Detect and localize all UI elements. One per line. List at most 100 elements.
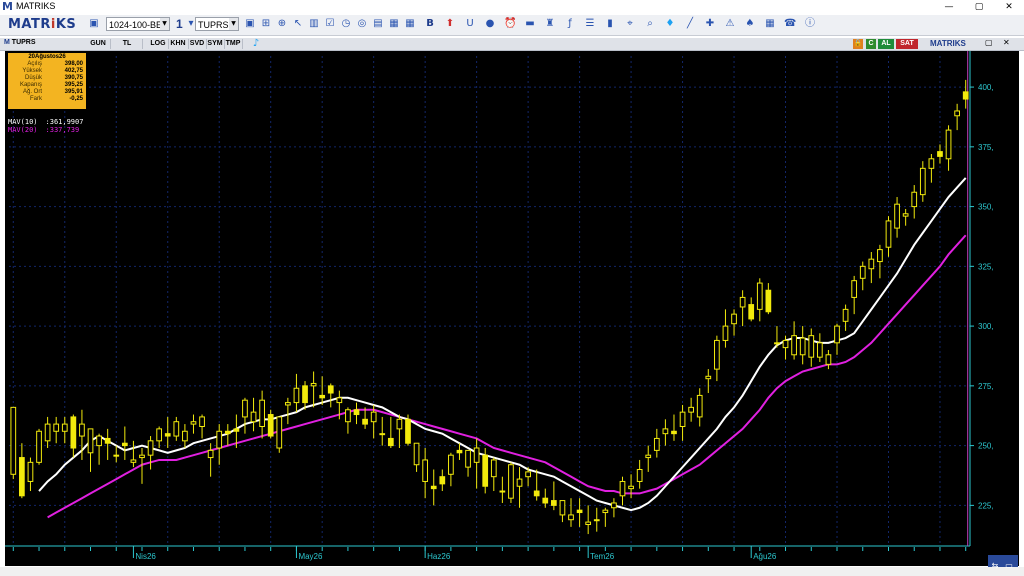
twitter-icon[interactable]: ♪	[250, 38, 262, 50]
list-icon[interactable]: ☰	[584, 18, 596, 30]
candle-body	[113, 454, 120, 457]
candle-body	[182, 430, 188, 442]
candle-body	[611, 502, 617, 509]
candle-body	[542, 497, 549, 504]
x-tick-label: Ağu26	[753, 552, 777, 561]
candle-body	[302, 385, 308, 404]
y-tick-label: 350,	[978, 203, 994, 212]
up-arrow-icon[interactable]: ⬆	[444, 18, 456, 30]
candle-body	[568, 514, 574, 521]
maximize-button[interactable]: ▢	[964, 0, 994, 14]
candle-body	[233, 428, 240, 432]
candle-body	[199, 416, 205, 427]
scroll-icon[interactable]: ⇆	[988, 560, 1002, 572]
u-icon[interactable]: U	[464, 18, 476, 30]
candle-body	[885, 220, 892, 248]
search-icon-2[interactable]: ⌕	[644, 18, 656, 30]
y-tick-label: 300,	[978, 322, 994, 331]
order-button-sat[interactable]: SAT	[896, 39, 918, 49]
y-tick-label: 250,	[978, 442, 994, 451]
lock-icon[interactable]: 🔒	[853, 39, 863, 49]
candle-body	[224, 430, 231, 435]
tab-sym[interactable]: SYM	[206, 39, 225, 49]
candle-body	[722, 325, 729, 341]
candle-body	[859, 265, 866, 279]
candle-body	[10, 406, 17, 475]
restore-icon[interactable]: ▢	[985, 38, 993, 47]
candle-body	[593, 519, 600, 522]
info-icon[interactable]: ⓘ	[804, 18, 816, 30]
bold-icon[interactable]: B	[424, 18, 436, 30]
close-chart-icon[interactable]: ✕	[1003, 38, 1010, 47]
status-bar	[0, 567, 1024, 576]
news-icon[interactable]: ▬	[524, 18, 536, 30]
info-value: 395,25	[64, 81, 83, 88]
candle-body	[327, 385, 334, 394]
close-button[interactable]: ✕	[994, 0, 1024, 14]
layout-icon[interactable]: ⊞	[260, 18, 272, 30]
strategy-icon[interactable]: ♜	[544, 18, 556, 30]
window-title: MATRIKS	[16, 1, 56, 11]
cursor-icon[interactable]: ↖	[292, 18, 304, 30]
symbol-select[interactable]: TUPRS ▼	[195, 17, 239, 31]
search-icon[interactable]: ⊕	[276, 18, 288, 30]
circle-icon[interactable]: ●	[484, 18, 496, 30]
folder-icon[interactable]: ▦	[388, 18, 400, 30]
bell-icon[interactable]: ♠	[744, 18, 756, 30]
candle-body	[207, 449, 214, 459]
order-button-al[interactable]: AL	[878, 39, 894, 49]
candle-body	[774, 342, 780, 345]
candle-body	[121, 442, 128, 447]
save-icon[interactable]: ▣	[88, 18, 100, 30]
tab-gun[interactable]: GUN	[86, 39, 111, 49]
tab-tl[interactable]: TL	[112, 39, 143, 49]
candle-body	[267, 414, 274, 437]
candle-body	[259, 399, 265, 427]
chart-scroll-controls[interactable]: ⇆ ▭	[988, 555, 1018, 570]
pin-icon[interactable]: ⌖	[624, 18, 636, 30]
twitter-icon[interactable]: ♦	[664, 18, 676, 30]
save-icon[interactable]: ▣	[244, 18, 256, 30]
tab-tmp[interactable]: TMP	[224, 39, 243, 49]
order-button-c[interactable]: C	[866, 39, 876, 49]
bar-chart-icon[interactable]: ▥	[308, 18, 320, 30]
template-select[interactable]: 1024-100-BEYA ▼	[106, 17, 170, 31]
indicator-name: MAV(20)	[8, 126, 38, 134]
target-icon[interactable]: ◎	[356, 18, 368, 30]
tab-khn[interactable]: KHN	[168, 39, 189, 49]
candle-body	[345, 409, 351, 423]
candle-body	[842, 308, 849, 322]
candle-body	[791, 335, 797, 356]
alert-icon[interactable]: ⚠	[724, 18, 736, 30]
expand-icon[interactable]: ▭	[1002, 560, 1016, 572]
chevron-down-icon: ▼	[160, 18, 169, 30]
cross-icon[interactable]: ✚	[704, 18, 716, 30]
candle-body	[413, 442, 420, 466]
alarm-icon[interactable]: ⏰	[504, 18, 516, 30]
info-value: 390,75	[64, 74, 83, 81]
checkbox-icon[interactable]: ☑	[324, 18, 336, 30]
candle-body	[834, 325, 840, 344]
price-chart[interactable]: 225, 250, 275, 300, 325, 350, 375, 400, Nis26 May…	[5, 51, 1019, 566]
grid-icon[interactable]: ▦	[404, 18, 416, 30]
candle-body	[550, 500, 557, 506]
fx-icon[interactable]: ƒ	[564, 18, 576, 30]
indicator-value: :361,9907	[45, 118, 84, 126]
line-icon[interactable]: ╱	[684, 18, 696, 30]
info-row: Açılış 398,00	[8, 61, 86, 68]
minimize-button[interactable]: —	[934, 0, 964, 14]
candle-body	[756, 282, 763, 310]
candle-body	[602, 509, 609, 514]
candle-body	[456, 449, 463, 454]
phone-icon[interactable]: ☎	[784, 18, 796, 30]
tab-log[interactable]: LOG	[148, 39, 169, 49]
candle-body	[619, 480, 626, 497]
table-icon[interactable]: ▤	[372, 18, 384, 30]
candle-icon[interactable]: ▮	[604, 18, 616, 30]
candle-body	[19, 457, 25, 497]
info-label: Kapanış	[19, 81, 42, 88]
clock-icon[interactable]: ◷	[340, 18, 352, 30]
tab-svd[interactable]: SVD	[188, 39, 207, 49]
candle-body	[53, 423, 60, 432]
calculator-icon[interactable]: ▦	[764, 18, 776, 30]
